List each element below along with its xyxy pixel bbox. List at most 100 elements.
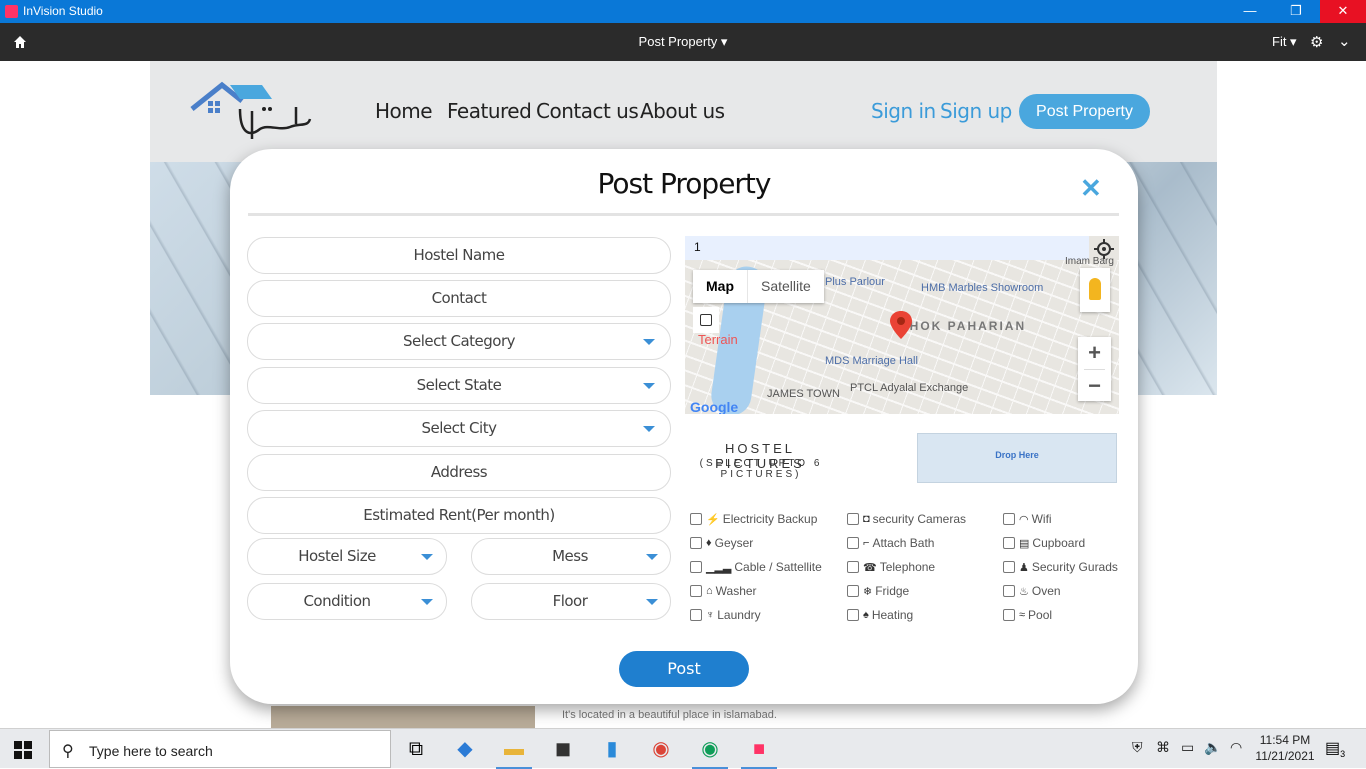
checkbox[interactable] <box>690 537 702 549</box>
task-view-icon[interactable]: ⧉ <box>394 733 438 765</box>
address-input[interactable]: Address <box>247 454 671 491</box>
map-place-label: MDS Marriage Hall <box>825 355 918 367</box>
amenity-wifi[interactable]: ◠ Wifi <box>1003 511 1052 527</box>
chrome-icon[interactable]: ◉ <box>639 733 683 765</box>
category-select[interactable]: Select Category <box>247 323 671 360</box>
post-button[interactable]: Post <box>619 651 749 687</box>
close-icon[interactable]: ✕ <box>1080 173 1102 204</box>
terrain-checkbox[interactable] <box>693 307 719 333</box>
amenity-security-guards[interactable]: ♟ Security Gurads <box>1003 559 1118 575</box>
amenity-electricity[interactable]: ⚡ Electricity Backup <box>690 511 817 527</box>
windows-start-icon[interactable] <box>14 741 32 759</box>
store-icon[interactable]: ◼ <box>541 733 585 765</box>
picture-dropzone[interactable]: Drop Here <box>917 433 1117 483</box>
amenity-label: Oven <box>1031 584 1061 598</box>
document-title-dropdown[interactable]: Post Property ▾ <box>0 34 1366 50</box>
chrome-icon[interactable]: ◉ <box>688 733 732 769</box>
amenity-label: Telephone <box>879 560 936 574</box>
clock-time: 11:54 PM <box>1259 733 1311 747</box>
amenity-label: Attach Bath <box>872 536 935 550</box>
map-place-label: PTCL Adyalal Exchange <box>850 382 969 394</box>
minimize-button[interactable]: — <box>1227 0 1273 23</box>
checkbox[interactable] <box>1003 609 1015 621</box>
map-area-label: DHOK PAHARIAN <box>899 319 1027 333</box>
checkbox[interactable] <box>1003 585 1015 597</box>
file-explorer-icon[interactable]: ▬ <box>492 733 536 769</box>
amenity-cameras[interactable]: ◘ security Cameras <box>847 511 966 527</box>
checkbox[interactable] <box>690 513 702 525</box>
checkbox[interactable] <box>847 537 859 549</box>
rent-input[interactable]: Estimated Rent(Per month) <box>247 497 671 534</box>
amenity-heating[interactable]: ♠ Heating <box>847 607 913 623</box>
zoom-out-button[interactable]: − <box>1078 370 1111 402</box>
map-search-input[interactable]: 1 <box>685 236 1089 260</box>
checkbox[interactable] <box>1003 537 1015 549</box>
notification-icon[interactable]: ▤3 <box>1325 738 1345 759</box>
gear-icon[interactable]: ⚙ <box>1310 33 1323 51</box>
security-icon[interactable]: ⛨ <box>1132 739 1143 756</box>
satellite-tab[interactable]: Satellite <box>748 270 824 303</box>
header-post-property-button[interactable]: Post Property <box>1019 94 1150 129</box>
mess-select[interactable]: Mess <box>471 538 671 575</box>
phone-link-icon[interactable]: ▮ <box>590 733 634 765</box>
amenity-cupboard[interactable]: ▤ Cupboard <box>1003 535 1085 551</box>
floor-select[interactable]: Floor <box>471 583 671 620</box>
contact-input[interactable]: Contact <box>247 280 671 317</box>
location-map[interactable]: 1 Map Satellite Terrain Plus Parlour HMB… <box>685 236 1119 414</box>
nav-home[interactable]: Home <box>375 99 433 123</box>
amenity-pool[interactable]: ≈ Pool <box>1003 607 1052 623</box>
zoom-fit-dropdown[interactable]: Fit ▾ <box>1272 34 1297 50</box>
amenity-fridge[interactable]: ❄ Fridge <box>847 583 909 599</box>
taskbar-search-box[interactable]: ⚲ Type here to search <box>49 730 391 768</box>
checkbox[interactable] <box>690 561 702 573</box>
vscode-icon[interactable]: ◆ <box>443 733 487 765</box>
chevron-down-icon <box>643 383 655 389</box>
sign-up-link[interactable]: Sign up <box>940 99 1012 123</box>
network-icon[interactable]: ◠ <box>1230 739 1242 756</box>
listing-photo <box>271 706 535 728</box>
amenity-cable[interactable]: ▁▂▃ Cable / Sattellite <box>690 559 822 575</box>
bluetooth-icon[interactable]: ⌘ <box>1156 739 1170 756</box>
battery-icon[interactable]: ▭ <box>1181 739 1194 756</box>
amenity-telephone[interactable]: ☎ Telephone <box>847 559 935 575</box>
checkbox[interactable] <box>847 513 859 525</box>
hostel-size-select[interactable]: Hostel Size <box>247 538 447 575</box>
invision-icon[interactable]: ■ <box>737 733 781 769</box>
amenity-attach-bath[interactable]: ⌐ Attach Bath <box>847 535 934 551</box>
amenity-geyser[interactable]: ♦ Geyser <box>690 535 753 551</box>
checkbox[interactable] <box>847 561 859 573</box>
amenity-oven[interactable]: ♨ Oven <box>1003 583 1061 599</box>
close-window-button[interactable]: ✕ <box>1320 0 1366 23</box>
map-pin-icon[interactable] <box>890 311 912 339</box>
nav-contact[interactable]: Contact us <box>536 99 639 123</box>
condition-select[interactable]: Condition <box>247 583 447 620</box>
amenity-label: Wifi <box>1031 512 1052 526</box>
hostel-name-placeholder: Hostel Name <box>413 246 505 264</box>
city-select[interactable]: Select City <box>247 410 671 447</box>
state-select[interactable]: Select State <box>247 367 671 404</box>
chevron-down-icon[interactable]: ⌄ <box>1338 32 1351 50</box>
amenity-laundry[interactable]: ♆ Laundry <box>690 607 761 623</box>
nav-about[interactable]: About us <box>640 99 725 123</box>
amenity-washer[interactable]: ⌂ Washer <box>690 583 757 599</box>
checkbox[interactable] <box>847 585 859 597</box>
checkbox[interactable] <box>1003 561 1015 573</box>
volume-icon[interactable]: 🔈 <box>1204 739 1221 756</box>
checkbox[interactable] <box>690 585 702 597</box>
terrain-label: Terrain <box>698 332 738 347</box>
map-tab[interactable]: Map <box>693 270 748 303</box>
maximize-button[interactable]: ❐ <box>1273 0 1319 23</box>
post-property-modal: Post Property ✕ Hostel Name Contact Sele… <box>230 149 1138 704</box>
sign-in-link[interactable]: Sign in <box>871 99 936 123</box>
clock[interactable]: 11:54 PM 11/21/2021 <box>1250 732 1320 764</box>
zoom-in-button[interactable]: + <box>1078 337 1111 369</box>
street-view-pegman[interactable] <box>1080 268 1110 312</box>
checkbox[interactable] <box>1003 513 1015 525</box>
nav-featured[interactable]: Featured <box>447 99 532 123</box>
checkbox[interactable] <box>847 609 859 621</box>
checkbox[interactable] <box>690 609 702 621</box>
notification-count: 3 <box>1340 749 1346 760</box>
hostel-name-input[interactable]: Hostel Name <box>247 237 671 274</box>
snowflake-icon: ❄ <box>863 585 873 598</box>
basket-icon: ⌂ <box>706 585 713 597</box>
